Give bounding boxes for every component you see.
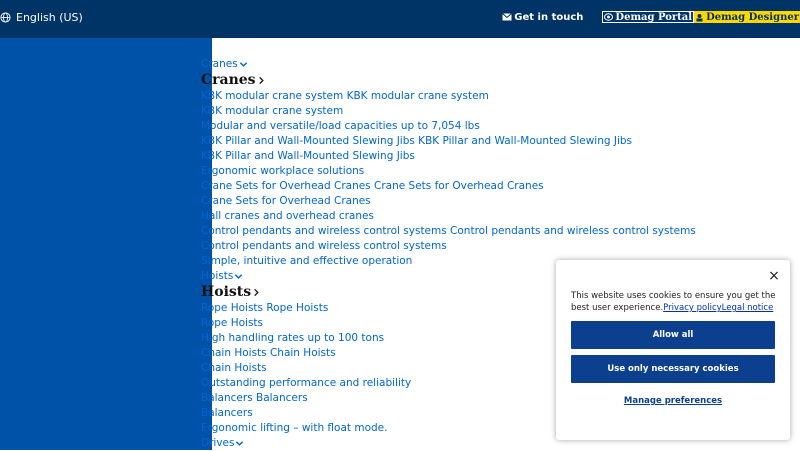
menu-link[interactable]: KBK Pillar and Wall-Mounted Slewing Jibs…: [201, 134, 696, 149]
chevron-down-icon: [235, 274, 243, 279]
language-label: English (US): [16, 11, 83, 24]
menu-link[interactable]: Crane Sets for Overhead Cranes Crane Set…: [201, 179, 696, 194]
cranes-toggle-label: Cranes: [201, 58, 238, 70]
chevron-right-icon: [258, 76, 264, 85]
menu-link[interactable]: KBK Pillar and Wall-Mounted Slewing Jibs: [201, 149, 696, 164]
top-bar: English (US) Get in touch Demag Portal D…: [0, 0, 800, 38]
hoists-heading-label: Hoists: [201, 284, 252, 300]
chevron-down-icon: [236, 441, 244, 446]
designer-icon: [696, 13, 703, 21]
demag-portal-link[interactable]: Demag Portal: [602, 11, 695, 23]
portal-icon: [604, 13, 614, 21]
cranes-toggle[interactable]: Cranes: [201, 57, 696, 72]
legal-notice-link[interactable]: Legal notice: [722, 303, 774, 313]
get-in-touch-link[interactable]: Get in touch: [502, 12, 583, 23]
side-panel: [0, 38, 212, 450]
menu-link[interactable]: Crane Sets for Overhead Cranes: [201, 194, 696, 209]
chevron-down-icon: [239, 62, 247, 67]
demag-designer-label: Demag Designer: [706, 11, 799, 23]
language-selector[interactable]: English (US): [0, 11, 83, 24]
cranes-heading-label: Cranes: [201, 72, 256, 88]
hoists-toggle-label: Hoists: [201, 270, 234, 282]
demag-designer-link[interactable]: Demag Designer: [694, 11, 800, 23]
privacy-policy-link[interactable]: Privacy policy: [663, 303, 722, 313]
cookie-text: This website uses cookies to ensure you …: [571, 290, 776, 314]
menu-link[interactable]: KBK modular crane system KBK modular cra…: [201, 89, 696, 104]
drives-toggle-label: Drives: [201, 437, 235, 449]
menu-link[interactable]: Control pendants and wireless control sy…: [201, 239, 696, 254]
chevron-right-icon: [254, 288, 259, 297]
cranes-heading[interactable]: Cranes: [201, 72, 696, 89]
cookie-banner: × This website uses cookies to ensure yo…: [556, 260, 790, 440]
menu-link[interactable]: Ergonomic workplace solutions: [201, 164, 696, 179]
manage-preferences-link[interactable]: Manage preferences: [571, 396, 775, 406]
menu-link[interactable]: Control pendants and wireless control sy…: [201, 224, 696, 239]
menu-link[interactable]: Hall cranes and overhead cranes: [201, 209, 696, 224]
necessary-cookies-button[interactable]: Use only necessary cookies: [571, 355, 775, 383]
get-in-touch-label: Get in touch: [514, 11, 584, 23]
menu-link[interactable]: Modular and versatile/load capacities up…: [201, 119, 696, 134]
menu-link[interactable]: KBK modular crane system: [201, 104, 696, 119]
demag-portal-label: Demag Portal: [615, 11, 693, 23]
mail-icon: [502, 13, 513, 21]
close-icon[interactable]: ×: [768, 269, 780, 283]
allow-all-button[interactable]: Allow all: [571, 321, 775, 349]
globe-icon: [0, 12, 11, 23]
